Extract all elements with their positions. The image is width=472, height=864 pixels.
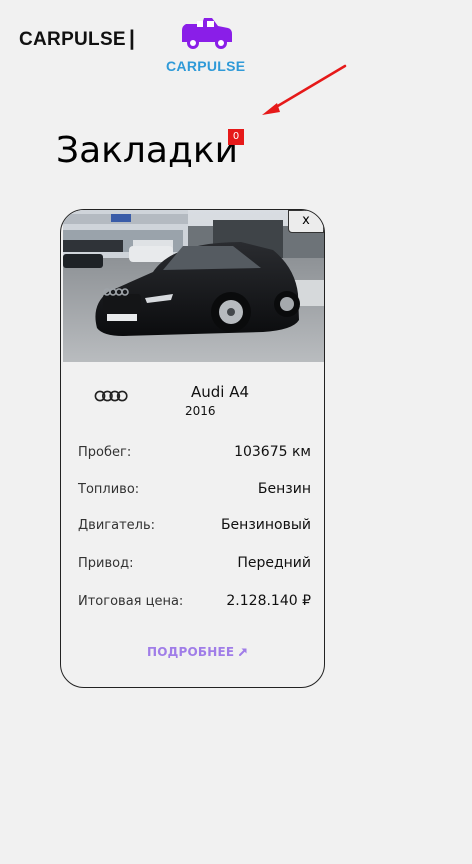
spec-label: Пробег:: [78, 444, 132, 460]
audi-rings-icon: [94, 390, 128, 402]
more-details-link[interactable]: ПОДРОБНЕЕ: [147, 645, 248, 659]
spec-value: Бензиновый: [220, 517, 311, 533]
car-logo-icon: [182, 18, 232, 49]
arrow-up-right-icon: [239, 648, 247, 656]
spec-row-drive: Привод: Передний: [78, 553, 311, 573]
car-year: 2016: [185, 404, 216, 418]
annotation-arrow-icon: [262, 64, 347, 115]
header-separator: |: [129, 27, 135, 50]
spec-label: Привод:: [78, 555, 134, 571]
logo-text: CARPULSE: [166, 58, 246, 74]
spec-row-engine: Двигатель: Бензиновый: [78, 515, 311, 535]
spec-label: Топливо:: [78, 481, 140, 497]
page-title: Закладки: [56, 130, 238, 171]
remove-bookmark-button[interactable]: x: [288, 210, 324, 233]
spec-label: Двигатель:: [78, 517, 155, 533]
car-photo[interactable]: [63, 210, 324, 362]
spec-row-price: Итоговая цена: 2.128.140 ₽: [78, 591, 311, 611]
bookmark-count-badge: 0: [228, 129, 244, 145]
spec-value: Бензин: [257, 481, 311, 497]
bookmark-card: x Audi A4 2016 Пробег: 103675 км Топливо…: [60, 209, 325, 688]
car-model: Audi A4: [191, 383, 250, 401]
header-brand-text[interactable]: CARPULSE: [19, 29, 126, 51]
spec-row-mileage: Пробег: 103675 км: [78, 442, 311, 462]
spec-label: Итоговая цена:: [78, 593, 184, 609]
spec-value: 2.128.140 ₽: [226, 593, 311, 609]
site-logo[interactable]: CARPULSE: [164, 14, 252, 76]
spec-row-fuel: Топливо: Бензин: [78, 479, 311, 499]
more-details-label: ПОДРОБНЕЕ: [147, 645, 235, 659]
spec-value: Передний: [237, 555, 311, 571]
spec-value: 103675 км: [234, 444, 311, 460]
